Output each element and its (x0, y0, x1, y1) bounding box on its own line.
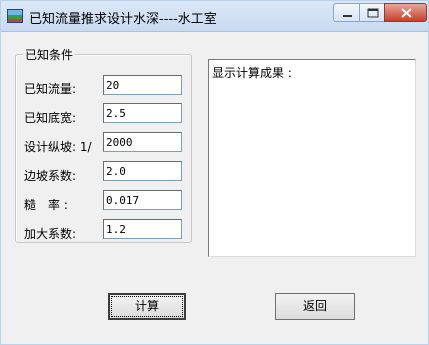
increase-factor-input[interactable]: 1.2 (103, 219, 182, 239)
window-title: 已知流量推求设计水深----水工室 (29, 12, 217, 27)
title-bar[interactable]: 已知流量推求设计水深----水工室 (1, 1, 428, 32)
results-textarea[interactable]: 显示计算成果 : (208, 59, 416, 257)
calculate-button[interactable]: 计算 (108, 293, 186, 320)
close-button[interactable] (384, 3, 427, 22)
side-slope-input[interactable]: 2.0 (103, 161, 182, 181)
back-button[interactable]: 返回 (275, 293, 355, 320)
close-icon (401, 8, 412, 18)
slope-label: 设计纵坡: 1/ (24, 140, 92, 154)
side-slope-label: 边坡系数: (24, 169, 77, 183)
flow-label: 已知流量: (24, 82, 77, 96)
minimize-button[interactable] (333, 3, 360, 22)
maximize-button[interactable] (359, 3, 385, 22)
results-text: 显示计算成果 : (212, 66, 292, 80)
app-icon (7, 9, 23, 23)
roughness-input[interactable]: 0.017 (103, 190, 182, 210)
bottom-width-input[interactable]: 2.5 (103, 103, 182, 123)
app-window: 已知流量推求设计水深----水工室 已知条件 已知流量: 20 已知底宽: 2.… (0, 0, 429, 345)
flow-input[interactable]: 20 (103, 75, 182, 95)
increase-factor-label: 加大系数: (24, 227, 77, 241)
maximize-icon (367, 8, 379, 18)
slope-input[interactable]: 2000 (103, 132, 182, 152)
bottom-width-label: 已知底宽: (24, 111, 77, 125)
roughness-label: 糙 率 : (24, 198, 68, 212)
minimize-icon (343, 15, 352, 17)
group-title: 已知条件 (23, 46, 76, 63)
